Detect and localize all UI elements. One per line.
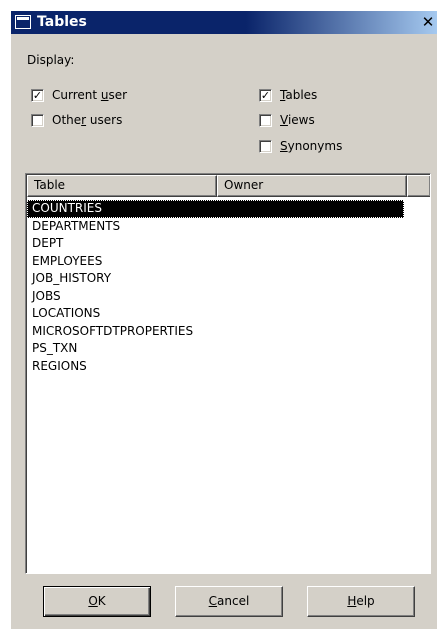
other-users-label: Other users — [52, 113, 123, 127]
tables-check-box[interactable]: ✓ — [259, 88, 272, 102]
table-row[interactable]: MICROSOFTDTPROPERTIES — [27, 323, 430, 341]
views-checkbox[interactable]: Views — [259, 112, 315, 128]
table-row[interactable]: EMPLOYEES — [27, 253, 430, 271]
tables-label: Tables — [280, 88, 318, 102]
table-list[interactable]: Table Owner COUNTRIES DEPARTMENTS DEPT E… — [25, 173, 431, 574]
close-icon[interactable]: ✕ — [420, 14, 436, 30]
table-list-header: Table Owner — [27, 175, 430, 197]
title-bar[interactable]: Tables ✕ — [11, 11, 437, 34]
synonyms-checkbox[interactable]: Synonyms — [259, 138, 342, 154]
current-user-check-box[interactable]: ✓ — [31, 88, 44, 102]
table-row[interactable]: PS_TXN — [27, 340, 430, 358]
table-row[interactable]: JOBS — [27, 288, 430, 306]
synonyms-label: Synonyms — [280, 139, 343, 153]
synonyms-check-box[interactable] — [259, 139, 272, 153]
tables-checkbox[interactable]: ✓ Tables — [259, 87, 317, 103]
views-check-box[interactable] — [259, 113, 272, 127]
other-users-checkbox[interactable]: Other users — [31, 112, 122, 128]
cancel-button[interactable]: Cancel — [175, 586, 283, 617]
tables-dialog: Tables ✕ Display: ✓ Current user Other u… — [10, 10, 437, 629]
table-row[interactable]: JOB_HISTORY — [27, 270, 430, 288]
current-user-label: Current user — [52, 88, 128, 102]
window-icon — [15, 15, 31, 29]
column-header-owner[interactable]: Owner — [217, 175, 407, 197]
table-list-rows: COUNTRIES DEPARTMENTS DEPT EMPLOYEES JOB… — [27, 200, 430, 376]
window-title: Tables — [37, 14, 87, 30]
table-row[interactable]: LOCATIONS — [27, 305, 430, 323]
help-button[interactable]: Help — [307, 586, 415, 617]
display-label: Display: — [27, 53, 75, 67]
table-row[interactable]: DEPARTMENTS — [27, 218, 430, 236]
column-header-table[interactable]: Table — [27, 175, 217, 197]
table-row[interactable]: COUNTRIES — [27, 200, 404, 218]
current-user-checkbox[interactable]: ✓ Current user — [31, 87, 127, 103]
table-row[interactable]: DEPT — [27, 235, 430, 253]
table-row[interactable]: REGIONS — [27, 358, 430, 376]
views-label: Views — [280, 113, 315, 127]
ok-button[interactable]: OK — [43, 586, 151, 617]
column-header-filler — [407, 175, 430, 197]
other-users-check-box[interactable] — [31, 113, 44, 127]
